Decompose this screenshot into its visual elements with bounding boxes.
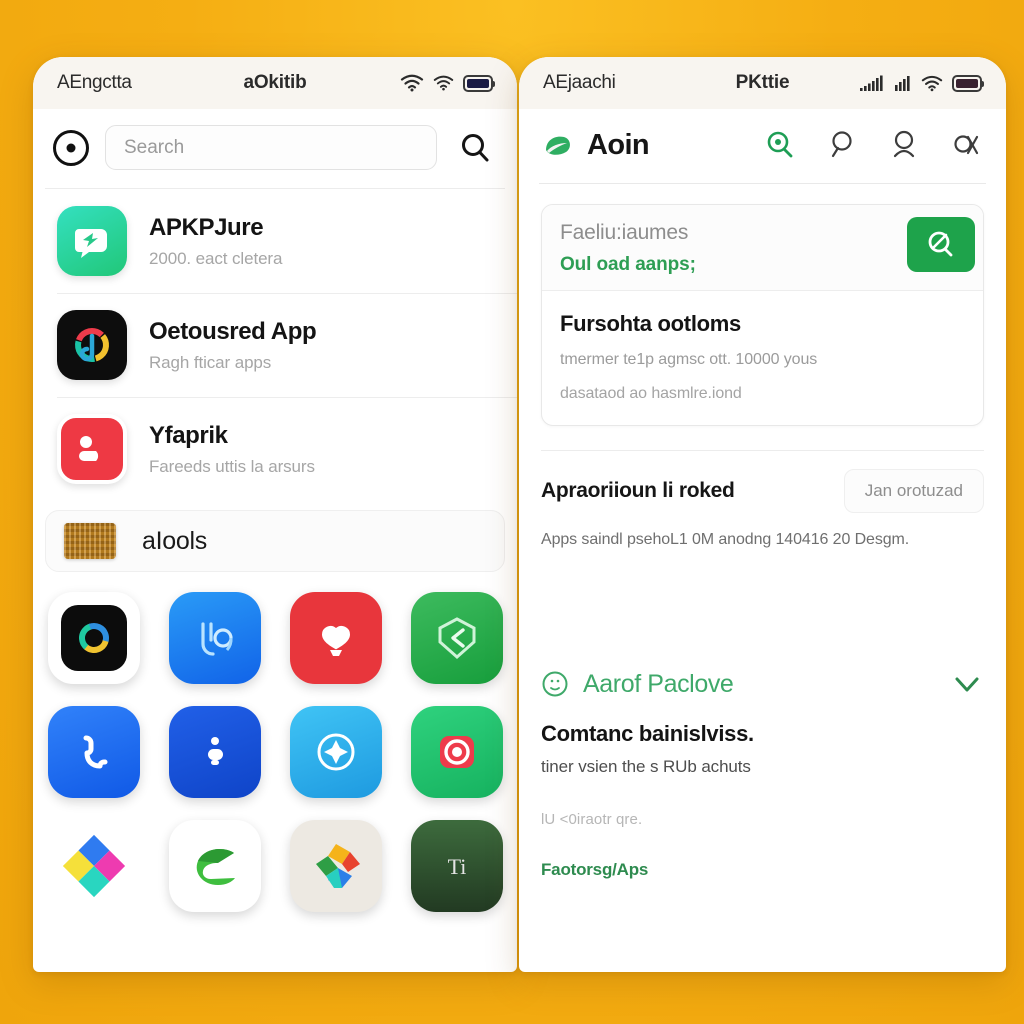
shield-app-icon[interactable] bbox=[410, 592, 503, 684]
promo-card-header: Faeliu:iaumes Oul oad aanps; bbox=[542, 205, 983, 291]
list-item[interactable]: Oetousred App Ragh fticar apps bbox=[33, 293, 517, 397]
right-header-divider bbox=[539, 183, 986, 184]
expandable-link[interactable]: Faotorsg/Aps bbox=[541, 860, 984, 880]
search-icon[interactable] bbox=[453, 126, 497, 170]
app-name: Oetousred App bbox=[149, 317, 317, 345]
ring-app-icon[interactable] bbox=[47, 592, 140, 684]
promo-body-line-2: dasataod ao hasmlre.iond bbox=[560, 385, 742, 402]
promo-body-line-1: tmermer te1p agmsc ott. 10000 yous bbox=[560, 351, 818, 368]
expandable-paragraph: tiner vsien the s RUb achuts bbox=[541, 757, 751, 776]
list-item-text: Yfaprik Fareeds uttis la arsurs bbox=[149, 422, 315, 477]
featured-list-item[interactable]: aIools bbox=[45, 510, 505, 572]
expandable-heading: Comtanc bainislviss. bbox=[541, 721, 754, 746]
e-app-icon[interactable] bbox=[168, 820, 261, 912]
featured-app-name: aIools bbox=[142, 526, 207, 555]
pinwheel-app-icon[interactable] bbox=[289, 820, 382, 912]
promo-body-heading: Fursohta ootloms bbox=[560, 311, 741, 336]
right-status-icons bbox=[860, 74, 984, 92]
right-phone-panel: AEjaachi PKttie Aoin Faeliu:iaumes Oul o… bbox=[519, 57, 1006, 972]
bo-app-icon[interactable] bbox=[168, 592, 261, 684]
settings-icon[interactable] bbox=[948, 127, 984, 163]
battery-icon bbox=[463, 74, 495, 92]
search-active-icon[interactable] bbox=[762, 127, 798, 163]
gold-chip-icon bbox=[64, 523, 116, 559]
promo-subtitle: Oul oad aanps; bbox=[560, 254, 696, 275]
app-result-list: APKPJure 2000. eact cletera Oetousred Ap… bbox=[33, 189, 517, 572]
section-action-button[interactable]: Jan orotuzad bbox=[843, 469, 984, 513]
left-phone-panel: AEngctta aOkitib Search APKPJure 2000. e… bbox=[33, 57, 517, 972]
apkpure-icon bbox=[57, 206, 127, 276]
leaf-brand-icon bbox=[543, 132, 573, 158]
right-app-header: Aoin bbox=[519, 109, 1006, 183]
search-icon[interactable] bbox=[824, 127, 860, 163]
wifi-icon bbox=[433, 75, 454, 91]
promo-card[interactable]: Faeliu:iaumes Oul oad aanps; Fursohta oo… bbox=[541, 204, 984, 426]
left-status-icons bbox=[400, 74, 495, 92]
target-logo-icon[interactable] bbox=[53, 129, 89, 166]
diamond-app-icon[interactable] bbox=[47, 820, 140, 912]
battery-fill bbox=[956, 78, 978, 88]
battery-icon bbox=[952, 74, 984, 92]
list-item[interactable]: Yfaprik Fareeds uttis la arsurs bbox=[33, 397, 517, 501]
battery-fill bbox=[467, 78, 489, 88]
left-search-row: Search bbox=[33, 109, 517, 188]
app-name: Yfaprik bbox=[149, 421, 228, 449]
signal-icon bbox=[860, 75, 883, 91]
brand-name: Aoin bbox=[587, 128, 650, 161]
info-circle-icon bbox=[541, 670, 569, 698]
wifi-icon bbox=[921, 75, 943, 91]
chevron-down-icon[interactable] bbox=[950, 667, 984, 701]
search-input[interactable]: Search bbox=[105, 125, 437, 170]
wifi-icon bbox=[400, 74, 424, 92]
right-status-time: AEjaachi bbox=[543, 72, 616, 93]
app-name: APKPJure bbox=[149, 213, 264, 241]
download-search-icon[interactable] bbox=[907, 217, 975, 272]
list-item-text: Oetousred App Ragh fticar apps bbox=[149, 317, 317, 373]
messenger-app-icon[interactable] bbox=[168, 706, 261, 798]
left-status-bar: AEngctta aOkitib bbox=[33, 57, 517, 109]
compass-app-icon[interactable] bbox=[289, 706, 382, 798]
svg-text:Ti: Ti bbox=[447, 854, 466, 879]
promo-title: Faeliu:iaumes bbox=[560, 221, 689, 244]
list-item-text: APKPJure 2000. eact cletera bbox=[149, 214, 282, 269]
section-title: Apraoriioun li roked bbox=[541, 479, 735, 502]
discovered-app-icon bbox=[57, 310, 127, 380]
camera-app-icon[interactable] bbox=[410, 706, 503, 798]
yfaprik-icon bbox=[57, 414, 127, 484]
expandable-faint-text: lU <0iraotr qre. bbox=[541, 811, 643, 828]
heart-app-icon[interactable] bbox=[289, 592, 382, 684]
app-subtitle: Ragh fticar apps bbox=[149, 352, 272, 372]
expandable-header[interactable]: Aarof Paclove bbox=[541, 667, 984, 701]
promo-card-body: Fursohta ootloms tmermer te1p agmsc ott.… bbox=[542, 291, 983, 425]
account-icon[interactable] bbox=[886, 127, 922, 163]
ti-app-icon[interactable]: Ti bbox=[410, 820, 503, 912]
list-item[interactable]: APKPJure 2000. eact cletera bbox=[33, 189, 517, 293]
app-subtitle: Fareeds uttis la arsurs bbox=[149, 456, 315, 476]
phone-app-icon[interactable] bbox=[47, 706, 140, 798]
signal-icon bbox=[895, 76, 910, 91]
right-status-bar: AEjaachi PKttie bbox=[519, 57, 1006, 109]
promo-card-header-text: Faeliu:iaumes Oul oad aanps; bbox=[560, 221, 897, 276]
stage: AEngctta aOkitib Search APKPJure 2000. e… bbox=[0, 0, 1024, 1024]
section-note: Apps saindl psehoL1 0M anodng 140416 20 … bbox=[541, 531, 910, 548]
app-icon-grid: Ti bbox=[33, 572, 517, 912]
section-row: Apraoriioun li roked Jan orotuzad bbox=[541, 450, 984, 513]
app-subtitle: 2000. eact cletera bbox=[149, 248, 283, 268]
left-status-time: AEngctta bbox=[57, 72, 132, 93]
header-actions bbox=[762, 127, 984, 163]
expandable-label: Aarof Paclove bbox=[583, 669, 734, 698]
